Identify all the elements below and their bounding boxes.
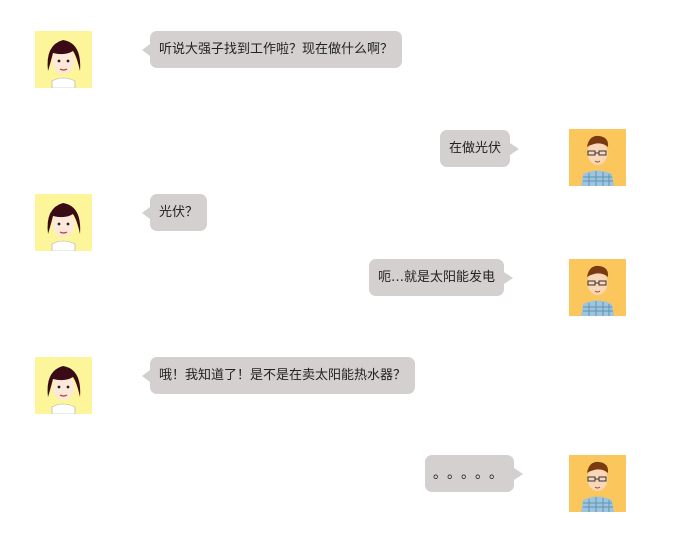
message-text: 在做光伏 [449,140,502,156]
chat-conversation: 听说大强子找到工作啦？现在做什么啊？ 在做光伏 光伏？ 呃…就是太阳能发电 哦！… [0,0,675,543]
message-bubble: 。。。。。 [425,455,523,492]
message-text: 听说大强子找到工作啦？现在做什么啊？ [159,41,394,57]
girl-avatar-icon [35,357,92,414]
message-text: 呃…就是太阳能发电 [378,269,496,285]
girl-avatar-icon [35,194,92,251]
boy-avatar-icon [569,455,626,512]
boy-avatar-icon [569,129,626,186]
message-bubble: 在做光伏 [440,130,520,167]
girl-avatar-icon [35,31,92,88]
boy-avatar-icon [569,259,626,316]
message-bubble: 听说大强子找到工作啦？现在做什么啊？ [141,31,403,68]
message-bubble: 呃…就是太阳能发电 [369,259,514,296]
message-bubble: 哦！我知道了！是不是在卖太阳能热水器？ [141,357,416,394]
message-text: 光伏？ [159,204,199,220]
message-text: 哦！我知道了！是不是在卖太阳能热水器？ [159,367,407,383]
message-text: 。。。。。 [433,465,510,482]
message-bubble: 光伏？ [141,194,208,231]
